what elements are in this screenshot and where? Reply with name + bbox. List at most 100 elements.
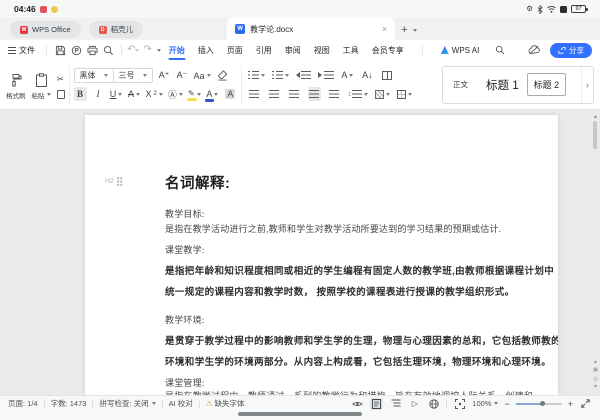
font-color-button[interactable]: A [206,87,219,101]
document-page[interactable]: H2 名词解释: 教学目标: 是指在教学活动进行之前,教师和学生对教学活动所要达… [85,115,558,395]
spellcheck-toggle[interactable]: 拼写检查: 关闭 [99,398,155,409]
zoom-out-button[interactable]: − [504,399,509,409]
tab-review[interactable]: 审阅 [285,40,301,60]
tab-document-active[interactable]: W 教学论.docx × [227,18,395,40]
print-button[interactable] [85,43,99,57]
share-button[interactable]: 分享 [550,43,592,58]
toolbar-options-chevron-icon[interactable] [157,49,161,52]
align-justify-button[interactable] [308,87,321,101]
tab-home[interactable]: 开始 [169,40,185,60]
sort-button[interactable]: A↓ [361,68,374,82]
doc-paragraph[interactable]: 教学目标: [165,207,205,220]
undo-icon[interactable]: ↶ [127,45,135,55]
web-view-button[interactable] [427,398,440,410]
tab-member[interactable]: 会员专享 [372,40,404,60]
decrease-font-button[interactable]: A⁻ [176,69,189,83]
char-shading-button[interactable]: A [224,87,237,101]
align-right-button[interactable] [288,87,301,101]
zoom-in-button[interactable]: + [568,399,573,409]
decrease-indent-button[interactable] [296,68,312,82]
style-body-text[interactable]: 正文 [443,79,478,90]
doc-paragraph[interactable]: 统一规定的课程内容和教学时数， 按照学校的课程表进行授课的教学组织形式。 [165,284,515,298]
export-pdf-button[interactable] [69,43,83,57]
doc-paragraph[interactable]: 课堂教学: [165,243,205,256]
doc-paragraph[interactable]: 是贯穿于教学过程中的影响教师和学生学的生理，物理与心理因素的总和，它包括教师教的 [165,333,558,347]
bold-button[interactable]: B [74,87,87,101]
style-heading-2-selected[interactable]: 标题 2 [527,73,567,96]
superscript-button[interactable]: X2 [146,87,163,101]
align-left-button[interactable] [248,87,261,101]
undo-chevron-icon[interactable] [135,49,139,52]
prev-page-icon[interactable]: ▲ [593,360,598,365]
save-button[interactable] [53,43,67,57]
scroll-up-icon[interactable]: ▴ [594,113,597,120]
italic-button[interactable]: I [92,87,105,101]
format-painter-button[interactable]: 格式刷 [6,73,26,100]
doc-paragraph[interactable]: 课堂管理: [165,376,205,389]
align-center-button[interactable] [268,87,281,101]
increase-font-button[interactable]: A⁺ [158,69,171,83]
shading-button[interactable] [375,87,390,101]
doc-heading[interactable]: 名词解释: [165,172,230,193]
paragraph-drag-handle[interactable]: H2 [105,177,123,186]
tab-view[interactable]: 视图 [314,40,330,60]
select-browse-object-icon[interactable]: ◎ [593,377,597,382]
columns-button[interactable] [381,68,394,82]
font-size-select[interactable]: 三号 [114,70,152,81]
style-heading-1[interactable]: 标题 1 [478,77,527,93]
clear-format-button[interactable] [216,69,229,83]
next-page-icon[interactable]: ▼ [593,385,598,390]
copy-icon[interactable] [57,90,65,99]
text-direction-button[interactable]: A [341,68,354,82]
page-count[interactable]: 页面: 1/4 [8,398,38,409]
line-spacing-button[interactable]: ↕ [348,87,369,101]
doc-paragraph[interactable]: 教学环境: [165,313,205,326]
doc-paragraph[interactable]: 环境和学生学的环境两部分。从内容上构成看，它包括生理环境，物理环境和心理环境。 [165,354,551,368]
align-distribute-button[interactable] [328,87,341,101]
bullet-list-button[interactable] [248,68,265,82]
play-slideshow-button[interactable]: ▷ [408,398,421,410]
browse-page-icon[interactable]: ▣ [593,368,598,373]
focus-mode-button[interactable] [453,398,466,410]
fullscreen-button[interactable] [579,398,592,410]
tab-reference[interactable]: 引用 [256,40,272,60]
page-view-button[interactable] [370,398,383,410]
file-menu-button[interactable]: 文件 [8,45,35,56]
tab-list-chevron-icon[interactable] [413,29,417,32]
styles-more-chevron-icon[interactable]: › [581,67,593,103]
tab-tools[interactable]: 工具 [343,40,359,60]
tab-page[interactable]: 页面 [227,40,243,60]
close-tab-icon[interactable]: × [382,24,387,34]
borders-button[interactable] [397,87,412,101]
outline-view-button[interactable] [389,398,402,410]
doc-paragraph[interactable]: 是指在教学活动进行之前,教师和学生对教学活动所要达到的学习结果的预期或估计. [165,222,501,235]
missing-font-warning[interactable]: ⚠ 缺失字体 [206,398,245,409]
strikethrough-button[interactable]: A [128,87,141,101]
cut-icon[interactable]: ✂ [57,75,65,84]
text-effects-button[interactable]: Ⓐ [168,87,183,101]
change-case-button[interactable]: Aa [194,69,211,83]
home-indicator[interactable] [238,412,362,416]
zoom-level-select[interactable]: 100% [472,399,498,408]
redo-icon[interactable]: ↷ [143,45,151,55]
doc-paragraph[interactable]: 是指把年龄和知识程度相同或相近的学生编程有固定人数的教学班,由教师根据课程计划中 [165,263,554,277]
tab-wps-office[interactable]: W WPS Office [10,21,81,38]
increase-indent-button[interactable] [318,68,334,82]
new-tab-button[interactable]: + [401,24,407,36]
highlighter-button[interactable]: ✎ [188,87,201,101]
tab-insert[interactable]: 插入 [198,40,214,60]
read-mode-button[interactable] [351,398,364,410]
cloud-sync-icon[interactable] [527,43,541,57]
font-name-select[interactable]: 黑体 [75,70,113,81]
tab-docer[interactable]: D 稻壳儿 [89,21,144,38]
word-count[interactable]: 字数: 1473 [51,398,87,409]
underline-button[interactable]: U [110,87,123,101]
zoom-slider-knob[interactable] [540,401,545,406]
paste-button[interactable]: 粘贴 [32,73,51,100]
search-icon[interactable] [493,43,507,57]
zoom-slider[interactable] [516,403,562,405]
find-replace-button[interactable] [101,43,115,57]
numbered-list-button[interactable] [272,68,289,82]
ai-proofread-button[interactable]: AI 校对 [169,398,193,409]
vertical-scrollbar-thumb[interactable] [593,121,597,149]
